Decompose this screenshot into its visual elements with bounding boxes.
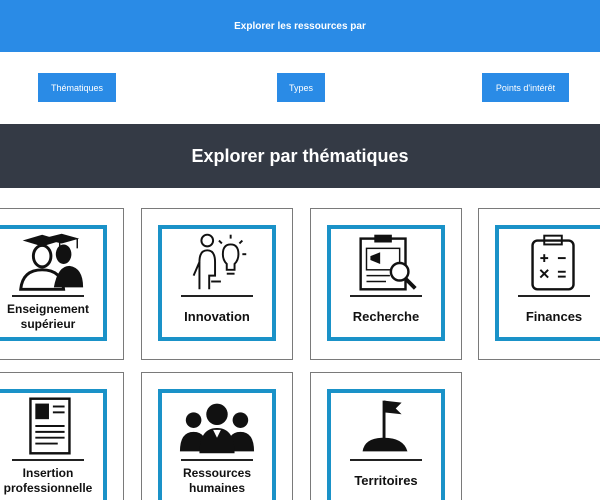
card-frame: Territoires (327, 389, 445, 500)
idea-person-icon (177, 231, 257, 293)
card-frame: Recherche (327, 225, 445, 341)
resume-icon (8, 395, 88, 457)
card-label: Innovation (184, 308, 250, 324)
card-finances[interactable]: Finances (478, 208, 600, 360)
top-banner: Explorer les ressources par (0, 0, 600, 52)
section-header: Explorer par thématiques (0, 124, 600, 188)
card-ressources-humaines[interactable]: Ressources humaines (141, 372, 293, 500)
filter-bar: Thématiques Types Points d'intérêt (0, 52, 600, 124)
graduates-icon (8, 231, 88, 293)
card-frame: Ressources humaines (158, 389, 276, 500)
flag-hill-icon (346, 395, 426, 457)
card-territoires[interactable]: Territoires (310, 372, 462, 500)
research-clipboard-icon (346, 231, 426, 293)
points-interet-button[interactable]: Points d'intérêt (482, 73, 569, 102)
section-title: Explorer par thématiques (191, 145, 409, 166)
card-frame: Insertion professionnelle (0, 389, 107, 500)
card-recherche[interactable]: Recherche (310, 208, 462, 360)
card-frame: Innovation (158, 225, 276, 341)
card-enseignement-superieur[interactable]: Enseignement supérieur (0, 208, 124, 360)
people-group-icon (177, 395, 257, 457)
card-label: Ressources humaines (182, 466, 252, 495)
card-label: Finances (525, 308, 583, 324)
types-button[interactable]: Types (277, 73, 325, 102)
card-label: Enseignement supérieur (6, 302, 90, 331)
card-insertion-professionnelle[interactable]: Insertion professionnelle (0, 372, 124, 500)
thematiques-button[interactable]: Thématiques (38, 73, 116, 102)
card-label: Insertion professionnelle (3, 466, 93, 495)
card-label: Recherche (352, 308, 420, 324)
calculator-clipboard-icon (514, 231, 594, 293)
card-frame: Finances (495, 225, 600, 341)
card-label: Territoires (354, 472, 418, 488)
banner-title: Explorer les ressources par (234, 20, 366, 32)
card-innovation[interactable]: Innovation (141, 208, 293, 360)
card-frame: Enseignement supérieur (0, 225, 107, 341)
